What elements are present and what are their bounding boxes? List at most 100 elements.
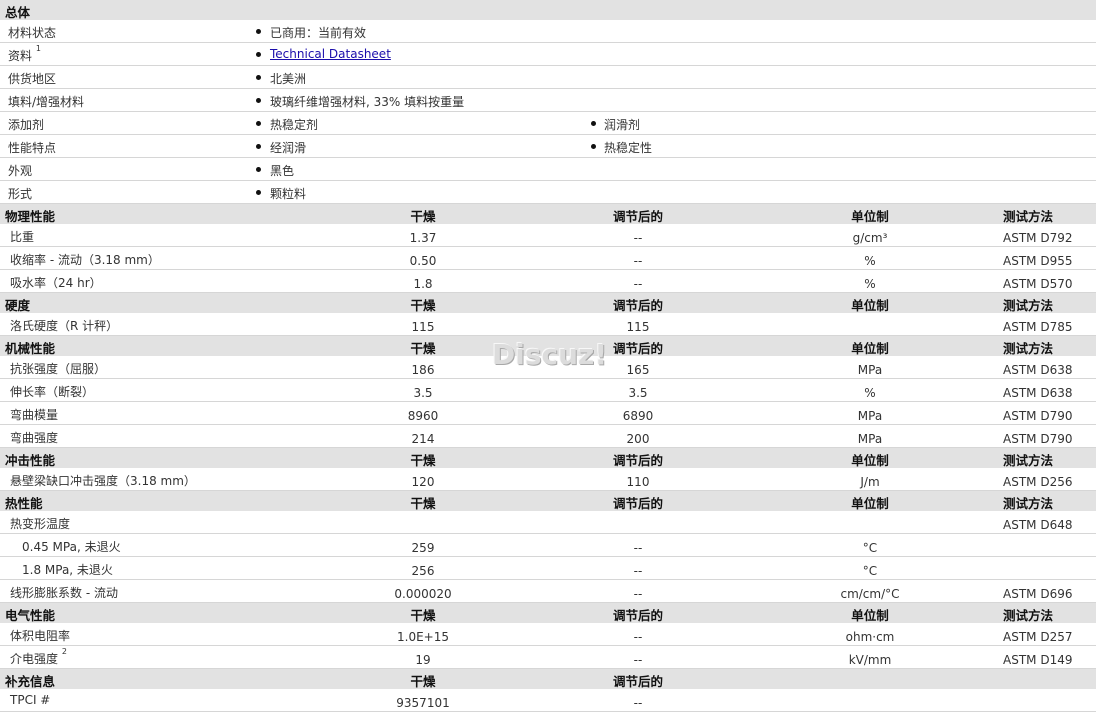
property-value: 经润滑 (270, 141, 307, 155)
property-label: 热变形温度 (10, 517, 71, 531)
general-row: 填料/增强材料 玻璃纤维增强材料, 33% 填料按重量 (0, 89, 1096, 112)
value-test-method: ASTM D638 (1003, 386, 1073, 400)
column-header-conditioned: 调节后的 (612, 209, 664, 224)
value-conditioned: -- (633, 564, 643, 578)
value-test-method: ASTM D790 (1003, 432, 1073, 446)
property-label: 1.8 MPa, 未退火 (22, 563, 113, 577)
property-value: 北美洲 (270, 72, 307, 86)
property-label: 抗张强度（屈服） (10, 362, 107, 376)
column-header-unit: 单位制 (851, 341, 889, 356)
property-row: 弯曲强度 214 200 MPa ASTM D790 (0, 425, 1096, 448)
value-test-method: ASTM D256 (1003, 475, 1073, 489)
general-row: 供货地区 北美洲 (0, 66, 1096, 89)
property-value: 已商用：当前有效 (270, 26, 367, 40)
column-header-conditioned: 调节后的 (612, 298, 664, 313)
property-label: 线形膨胀系数 - 流动 (10, 586, 118, 600)
section-title: 硬度 (5, 298, 31, 313)
property-value: 热稳定性 (604, 141, 653, 155)
general-row: 外观 黑色 (0, 158, 1096, 181)
column-header-conditioned: 调节后的 (612, 608, 664, 623)
column-header-unit: 单位制 (851, 608, 889, 623)
value-dry: 1.8 (413, 277, 433, 291)
value-conditioned: 165 (626, 363, 650, 377)
property-label: 吸水率（24 hr） (10, 276, 102, 290)
column-header-dry: 干燥 (410, 608, 436, 623)
property-row: 比重 1.37 -- g/cm³ ASTM D792 (0, 224, 1096, 247)
bullet-icon (591, 144, 596, 149)
section-header: 热性能 干燥 调节后的 单位制 测试方法 (0, 491, 1096, 511)
column-header-conditioned: 调节后的 (612, 674, 664, 689)
column-header-dry: 干燥 (410, 209, 436, 224)
technical-datasheet-link[interactable]: Technical Datasheet (270, 47, 391, 61)
column-header-dry: 干燥 (410, 453, 436, 468)
property-label: 材料状态 (8, 26, 57, 40)
column-header-dry: 干燥 (410, 341, 436, 356)
value-conditioned: -- (633, 231, 643, 245)
column-header-unit: 单位制 (851, 298, 889, 313)
column-header-unit: 单位制 (851, 496, 889, 511)
property-label: 形式 (8, 187, 33, 201)
value-unit: cm/cm/°C (840, 587, 900, 601)
bullet-icon (256, 121, 261, 126)
value-conditioned: -- (633, 277, 643, 291)
property-row: 热变形温度 ASTM D648 (0, 511, 1096, 534)
general-row: 性能特点 经润滑 热稳定性 (0, 135, 1096, 158)
property-label: 介电强度 2 (10, 647, 67, 666)
value-dry: 214 (411, 432, 435, 446)
column-header-method: 测试方法 (1003, 453, 1054, 468)
value-conditioned: -- (633, 254, 643, 268)
section-title: 机械性能 (5, 341, 56, 356)
property-label: 体积电阻率 (10, 629, 71, 643)
value-test-method: ASTM D570 (1003, 277, 1073, 291)
property-label: 外观 (8, 164, 33, 178)
property-row: 洛氏硬度（R 计秤） 115 115 ASTM D785 (0, 313, 1096, 336)
property-value: 玻璃纤维增强材料, 33% 填料按重量 (270, 95, 465, 109)
value-unit: kV/mm (848, 653, 892, 667)
value-test-method: ASTM D257 (1003, 630, 1073, 644)
footnote-marker: 2 (61, 647, 67, 656)
bullet-icon (256, 52, 261, 57)
property-row: TPCI #9357101 -- (0, 689, 1096, 712)
property-label: 比重 (10, 230, 35, 244)
value-dry: 259 (411, 541, 435, 555)
discuz-watermark: Discuz! (492, 338, 608, 371)
property-row: 线形膨胀系数 - 流动 0.000020 -- cm/cm/°C ASTM D696 (0, 580, 1096, 603)
value-dry: 0.000020 (394, 587, 452, 601)
column-header-method: 测试方法 (1003, 209, 1054, 224)
property-label: 添加剂 (8, 118, 45, 132)
value-unit: MPa (857, 409, 883, 423)
property-label: 0.45 MPa, 未退火 (22, 540, 121, 554)
general-row: 资料 1 Technical Datasheet (0, 43, 1096, 66)
property-row: 弯曲模量 8960 6890 MPa ASTM D790 (0, 402, 1096, 425)
value-conditioned: 115 (626, 320, 650, 334)
value-test-method: ASTM D785 (1003, 320, 1073, 334)
section-header-general: 总体 (0, 0, 1096, 20)
column-header-dry: 干燥 (410, 496, 436, 511)
value-test-method: ASTM D648 (1003, 518, 1073, 532)
property-label: 洛氏硬度（R 计秤） (10, 319, 119, 333)
value-dry: 3.5 (413, 386, 433, 400)
value-unit: g/cm³ (852, 231, 888, 245)
value-conditioned: 110 (626, 475, 650, 489)
column-header-method: 测试方法 (1003, 298, 1054, 313)
property-label: 弯曲模量 (10, 408, 59, 422)
value-unit: MPa (857, 432, 883, 446)
value-unit: °C (862, 564, 878, 578)
property-row: 1.8 MPa, 未退火 256 -- °C (0, 557, 1096, 580)
bullet-icon (256, 167, 261, 172)
bullet-icon (591, 121, 596, 126)
value-conditioned: 3.5 (628, 386, 648, 400)
section-title: 总体 (5, 5, 31, 20)
value-conditioned: -- (633, 541, 643, 555)
value-dry: 8960 (407, 409, 439, 423)
property-label: 填料/增强材料 (8, 95, 85, 109)
column-header-conditioned: 调节后的 (612, 496, 664, 511)
value-unit: °C (862, 541, 878, 555)
section-header: 补充信息 干燥 调节后的 (0, 669, 1096, 689)
property-row: 悬壁梁缺口冲击强度（3.18 mm） 120 110 J/m ASTM D256 (0, 468, 1096, 491)
property-label: 弯曲强度 (10, 431, 59, 445)
column-header-unit: 单位制 (851, 453, 889, 468)
value-dry: 0.50 (409, 254, 437, 268)
value-unit: MPa (857, 363, 883, 377)
value-test-method: ASTM D955 (1003, 254, 1073, 268)
